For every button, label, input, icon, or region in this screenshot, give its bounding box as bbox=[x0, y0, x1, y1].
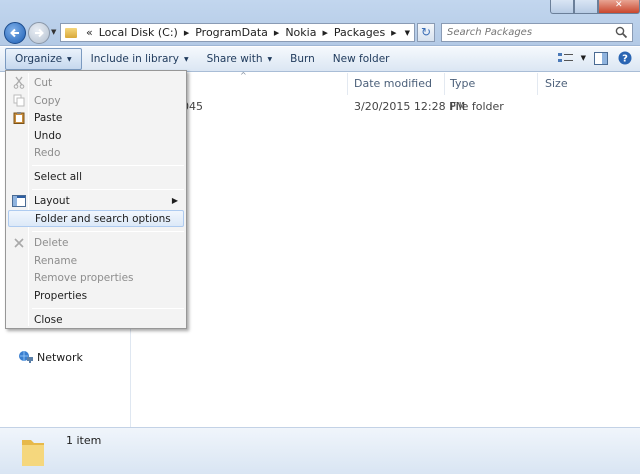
breadcrumb-nokia[interactable]: Nokia ▶ bbox=[282, 26, 331, 39]
chevron-down-icon: ▼ bbox=[67, 55, 72, 63]
refresh-icon: ↻ bbox=[420, 25, 432, 39]
share-with-button[interactable]: Share with ▼ bbox=[198, 48, 282, 70]
chevron-down-icon: ▼ bbox=[183, 55, 189, 63]
breadcrumb-local-disk[interactable]: Local Disk (C:) ▶ bbox=[96, 26, 193, 39]
arrow-left-icon bbox=[10, 28, 19, 38]
column-divider[interactable] bbox=[537, 73, 538, 95]
help-icon: ? bbox=[618, 51, 632, 65]
menu-item-remove-properties[interactable]: Remove properties bbox=[8, 269, 184, 286]
scissors-icon bbox=[11, 75, 27, 90]
clipboard-icon bbox=[11, 110, 27, 125]
network-icon bbox=[19, 351, 33, 363]
breadcrumb-overflow[interactable]: « bbox=[83, 26, 96, 39]
search-icon[interactable] bbox=[615, 26, 628, 39]
arrow-right-icon bbox=[35, 28, 44, 38]
chevron-right-icon[interactable]: ▶ bbox=[271, 29, 282, 37]
item-count: 1 item bbox=[66, 434, 102, 447]
submenu-arrow-icon: ▶ bbox=[171, 196, 178, 205]
include-in-library-button[interactable]: Include in library ▼ bbox=[82, 48, 198, 70]
organize-button[interactable]: Organize ▼ bbox=[5, 48, 82, 70]
maximize-button[interactable] bbox=[574, 0, 598, 14]
chevron-right-icon[interactable]: ▶ bbox=[319, 29, 330, 37]
menu-item-undo[interactable]: Undo bbox=[8, 127, 184, 144]
column-header-type[interactable]: Type bbox=[450, 77, 475, 90]
menu-item-paste[interactable]: Paste bbox=[8, 109, 184, 126]
delete-x-icon bbox=[11, 235, 27, 250]
column-divider[interactable] bbox=[444, 73, 445, 95]
menu-item-close[interactable]: Close bbox=[8, 311, 184, 328]
organize-menu: Cut Copy Paste Undo Redo Select all Layo… bbox=[5, 70, 187, 329]
column-header-date-modified[interactable]: Date modified bbox=[354, 77, 432, 90]
menu-separator bbox=[32, 189, 184, 190]
copy-icon bbox=[11, 93, 27, 108]
new-folder-button[interactable]: New folder bbox=[324, 48, 399, 70]
forward-button[interactable] bbox=[28, 22, 50, 44]
menu-item-rename[interactable]: Rename bbox=[8, 252, 184, 269]
menu-item-layout[interactable]: Layout ▶ bbox=[8, 192, 184, 209]
column-header-size[interactable]: Size bbox=[545, 77, 568, 90]
view-options-dropdown[interactable]: ▼ bbox=[581, 54, 586, 62]
close-window-button[interactable] bbox=[598, 0, 640, 14]
menu-separator bbox=[32, 165, 184, 166]
window-controls bbox=[550, 0, 640, 14]
address-dropdown[interactable]: ▼ bbox=[405, 29, 410, 37]
menu-separator bbox=[32, 308, 184, 309]
back-button[interactable] bbox=[4, 22, 26, 44]
preview-pane-button[interactable] bbox=[592, 50, 610, 66]
chevron-right-icon[interactable]: ▶ bbox=[181, 29, 192, 37]
breadcrumb-packages[interactable]: Packages ▶ bbox=[331, 26, 400, 39]
minimize-button[interactable] bbox=[550, 0, 574, 14]
search-input[interactable] bbox=[442, 24, 612, 41]
column-divider[interactable] bbox=[347, 73, 348, 95]
details-pane: 1 item bbox=[0, 427, 640, 474]
title-bar: ▼ « Local Disk (C:) ▶ ProgramData ▶ Noki… bbox=[0, 0, 640, 46]
sort-ascending-icon: ^ bbox=[240, 71, 247, 80]
menu-separator bbox=[32, 231, 184, 232]
layout-icon bbox=[11, 193, 27, 208]
menu-item-redo[interactable]: Redo bbox=[8, 144, 184, 161]
table-row[interactable]: 045 3/20/2015 12:28 PM File folder bbox=[132, 100, 632, 116]
file-type: File folder bbox=[450, 100, 504, 113]
menu-item-cut[interactable]: Cut bbox=[8, 74, 184, 91]
address-bar[interactable]: « Local Disk (C:) ▶ ProgramData ▶ Nokia … bbox=[60, 23, 415, 42]
menu-item-select-all[interactable]: Select all bbox=[8, 168, 184, 185]
search-box[interactable] bbox=[441, 23, 633, 42]
menu-item-folder-and-search-options[interactable]: Folder and search options bbox=[8, 210, 184, 227]
nav-item-network[interactable]: Network bbox=[18, 350, 83, 364]
breadcrumb-programdata[interactable]: ProgramData ▶ bbox=[192, 26, 282, 39]
chevron-right-icon[interactable]: ▶ bbox=[388, 29, 399, 37]
svg-text:?: ? bbox=[622, 54, 628, 65]
refresh-button[interactable]: ↻ bbox=[417, 23, 435, 42]
folder-icon bbox=[65, 27, 77, 38]
menu-item-delete[interactable]: Delete bbox=[8, 234, 184, 251]
menu-item-copy[interactable]: Copy bbox=[8, 92, 184, 109]
burn-button[interactable]: Burn bbox=[281, 48, 324, 70]
recent-pages-dropdown[interactable]: ▼ bbox=[51, 28, 56, 36]
change-view-button[interactable] bbox=[557, 50, 575, 66]
command-bar: Organize ▼ Include in library ▼ Share with… bbox=[0, 47, 640, 72]
file-list: ^ Date modified Type Size 045 3/20/2015 … bbox=[132, 71, 640, 427]
view-controls: ▼ ? bbox=[557, 50, 634, 66]
file-date: 3/20/2015 12:28 PM bbox=[354, 100, 466, 113]
folder-icon bbox=[22, 440, 44, 466]
preview-pane-icon bbox=[594, 51, 608, 65]
menu-item-properties[interactable]: Properties bbox=[8, 287, 184, 304]
help-button[interactable]: ? bbox=[616, 50, 634, 66]
view-details-icon bbox=[557, 53, 573, 62]
chevron-down-icon: ▼ bbox=[267, 55, 273, 63]
